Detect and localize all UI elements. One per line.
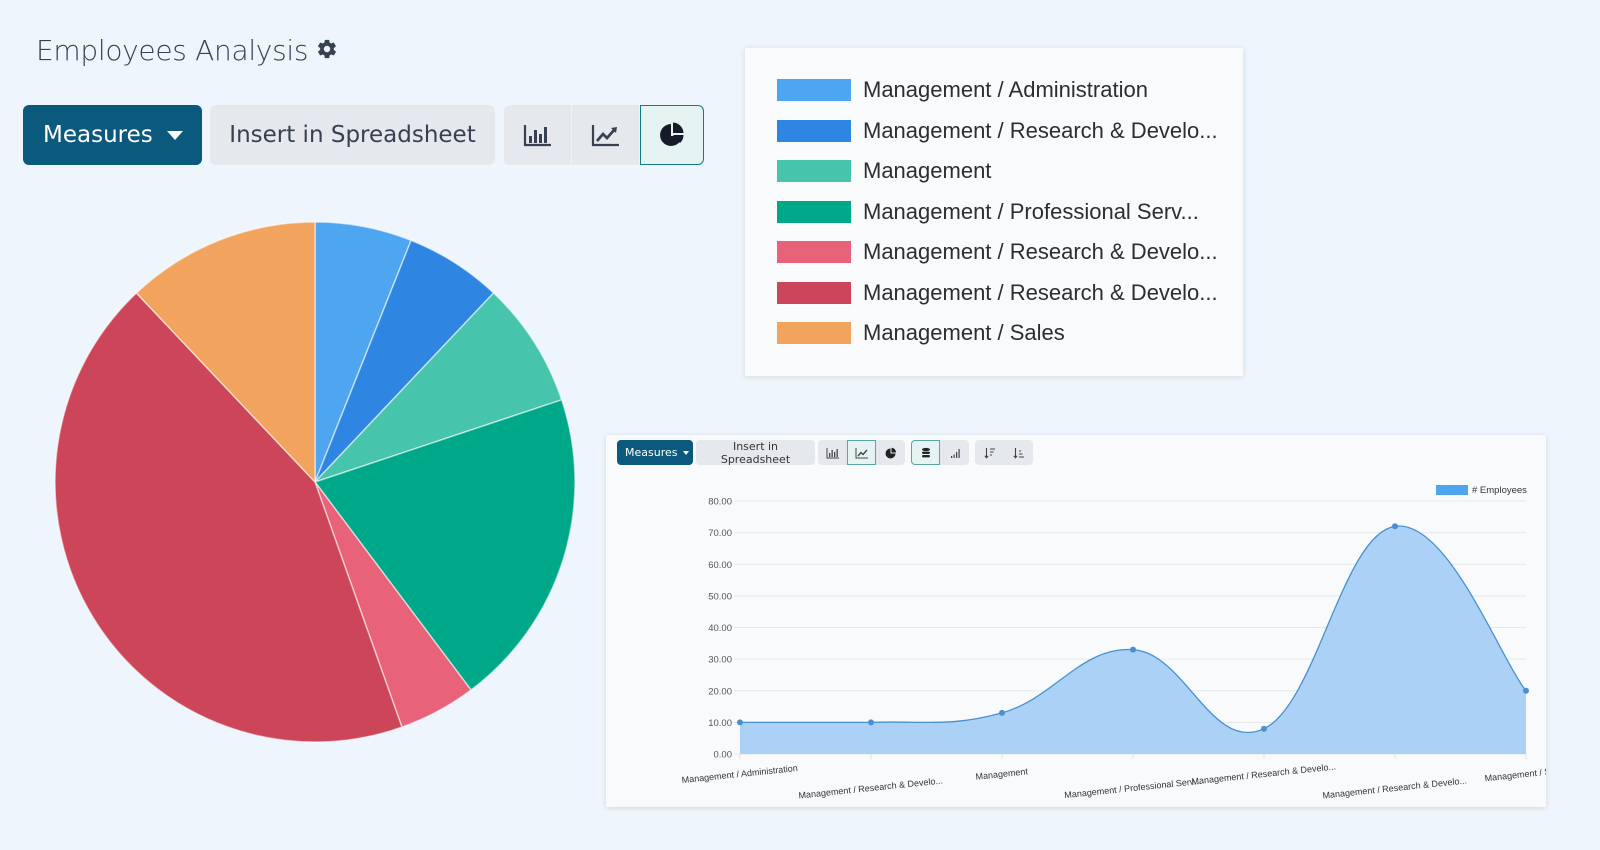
y-tick-label: 70.00 — [708, 528, 732, 539]
pie-legend: Management / Administration Management / … — [745, 48, 1243, 376]
y-tick-label: 30.00 — [708, 655, 732, 666]
y-tick-label: 50.00 — [708, 591, 732, 602]
legend-label[interactable]: # Employees — [1472, 485, 1527, 496]
page-title: Employees Analysis — [36, 34, 309, 67]
legend-swatch — [777, 200, 851, 223]
mini-pie-chart-button[interactable] — [876, 440, 905, 465]
y-tick-label: 10.00 — [708, 718, 732, 729]
legend-label: Management / Sales — [863, 320, 1065, 345]
y-tick-label: 40.00 — [708, 623, 732, 634]
x-tick-label: Management / Research & Develo... — [798, 775, 943, 800]
legend-item[interactable]: Management / Sales — [777, 320, 1065, 346]
data-point[interactable] — [1130, 646, 1136, 653]
data-point[interactable] — [868, 719, 874, 726]
mini-bar-chart-button[interactable] — [818, 440, 847, 465]
data-point[interactable] — [1392, 523, 1398, 530]
legend-item[interactable]: Management / Research & Develo... — [777, 280, 1218, 306]
line-chart-panel: 0.00 10.00 20.00 30.00 40.00 50.00 60.00 70.00 8… — [606, 435, 1546, 807]
legend-swatch — [777, 160, 851, 182]
legend-label: Management / Research & Develo... — [863, 117, 1218, 143]
pie-chart-button[interactable] — [640, 105, 704, 165]
data-point[interactable] — [999, 709, 1005, 716]
x-tick-label: Management / Sales — [1484, 765, 1546, 784]
legend-label: Management / Professional Serv... — [863, 198, 1199, 224]
mini-measures-dropdown-button[interactable]: Measures — [617, 440, 693, 465]
legend-swatch — [777, 241, 851, 263]
sort-ascending-icon — [1012, 447, 1024, 459]
x-tick-label: Management / Professional Serv... — [1064, 776, 1202, 800]
stacked-database-icon — [921, 447, 930, 457]
legend-label: Management / Research & Develo... — [863, 239, 1218, 264]
line-chart-icon — [855, 447, 868, 458]
measures-label: Measures — [43, 122, 153, 148]
legend-swatch — [777, 119, 851, 142]
legend-label: Management — [863, 158, 992, 183]
mini-toolbar: Measures Insert in Spreadsheet — [617, 440, 1033, 466]
area-chart: 0.00 10.00 20.00 30.00 40.00 50.00 60.00 70.00 8… — [681, 485, 1546, 801]
legend-item[interactable]: Management — [777, 158, 991, 184]
line-chart-button[interactable] — [572, 105, 640, 165]
sort-descending-icon — [983, 447, 995, 459]
measures-dropdown-button[interactable]: Measures — [23, 105, 202, 165]
bar-chart-icon — [826, 447, 839, 458]
mini-stacked-button[interactable] — [911, 440, 940, 465]
y-tick-label: 80.00 — [708, 497, 732, 508]
legend-item[interactable]: Management / Professional Serv... — [777, 199, 1199, 225]
main-toolbar: Measures Insert in Spreadsheet — [23, 105, 704, 165]
mini-sort-ascending-button[interactable] — [1004, 440, 1033, 465]
chart-type-group — [504, 105, 704, 165]
legend-label: Management / Research & Develo... — [863, 279, 1218, 305]
mini-insert-in-spreadsheet-button[interactable]: Insert in Spreadsheet — [696, 440, 815, 466]
legend-item[interactable]: Management / Research & Develo... — [777, 118, 1218, 144]
page-title-wrap: Employees Analysis — [36, 34, 338, 67]
mini-sort-descending-button[interactable] — [975, 440, 1004, 465]
x-tick-label: Management / Research & Develo... — [1322, 775, 1467, 800]
legend-swatch — [777, 281, 851, 304]
legend-swatch — [777, 322, 851, 344]
caret-down-icon — [683, 450, 690, 455]
bar-chart-icon — [523, 125, 551, 147]
x-tick-label: Management / Research & Develo... — [1191, 761, 1336, 786]
mini-sort-group — [975, 440, 1033, 465]
legend-item[interactable]: Management / Administration — [777, 77, 1148, 103]
caret-down-icon — [166, 130, 183, 140]
data-point[interactable] — [1261, 725, 1267, 732]
mini-cumulative-button[interactable] — [940, 440, 969, 465]
mini-line-chart-button[interactable] — [847, 440, 876, 465]
pie-chart-icon — [660, 122, 684, 146]
mini-measures-label: Measures — [625, 446, 678, 459]
legend-item[interactable]: Management / Research & Develo... — [777, 239, 1218, 265]
legend-swatch — [1436, 485, 1468, 495]
data-point[interactable] — [737, 719, 743, 726]
bar-chart-button[interactable] — [504, 105, 572, 165]
mini-stack-group — [911, 440, 969, 465]
legend-swatch — [777, 79, 851, 101]
legend-label: Management / Administration — [863, 77, 1148, 102]
insert-in-spreadsheet-button[interactable]: Insert in Spreadsheet — [210, 105, 495, 165]
pie-chart-icon — [885, 447, 896, 458]
cumulative-icon — [950, 448, 960, 458]
y-tick-label: 0.00 — [714, 750, 733, 761]
line-chart-icon — [591, 125, 619, 147]
mini-chart-type-group — [818, 440, 905, 465]
y-tick-label: 20.00 — [708, 686, 732, 697]
data-point[interactable] — [1523, 687, 1529, 694]
x-tick-label: Management / Administration — [681, 763, 798, 785]
series-area — [740, 526, 1526, 754]
y-tick-label: 60.00 — [708, 560, 732, 571]
gear-icon[interactable] — [316, 34, 338, 67]
pie-chart — [54, 221, 576, 743]
x-tick-label: Management — [975, 766, 1029, 781]
